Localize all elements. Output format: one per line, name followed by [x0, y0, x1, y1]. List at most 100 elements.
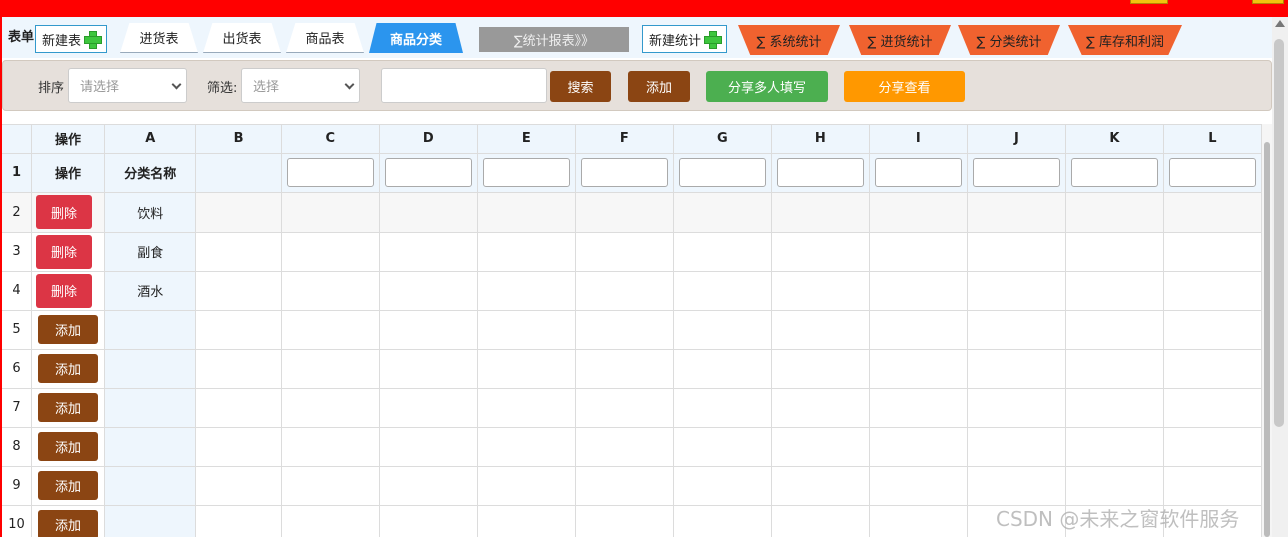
grid-cell[interactable]: [477, 505, 576, 537]
column-header[interactable]: G: [673, 125, 772, 154]
grid-cell[interactable]: [1065, 192, 1164, 233]
grid-cell[interactable]: [967, 232, 1066, 272]
stat-inventory-profit[interactable]: ∑ 库存和利润: [1068, 25, 1182, 55]
grid-cell[interactable]: [869, 349, 968, 389]
scroll-up-icon[interactable]: [1275, 20, 1285, 27]
grid-cell[interactable]: [575, 232, 674, 272]
grid-cell[interactable]: [195, 271, 282, 311]
add-row-button[interactable]: 添加: [38, 315, 99, 344]
grid-cell[interactable]: [195, 349, 282, 389]
add-row-button[interactable]: 添加: [38, 471, 99, 500]
column-header[interactable]: F: [575, 125, 674, 154]
column-filter-input[interactable]: [1168, 158, 1256, 187]
grid-cell[interactable]: [967, 427, 1066, 467]
grid-cell[interactable]: [575, 192, 674, 233]
category-name-cell[interactable]: [104, 388, 197, 428]
column-filter-input[interactable]: [580, 158, 668, 187]
tab-products[interactable]: 商品表: [286, 23, 364, 53]
close-button[interactable]: [1252, 0, 1284, 4]
grid-cell[interactable]: [869, 192, 968, 233]
grid-cell[interactable]: [575, 388, 674, 428]
grid-cell[interactable]: [673, 310, 772, 350]
grid-cell[interactable]: [1163, 310, 1262, 350]
filter-select[interactable]: 选择: [241, 68, 360, 103]
grid-cell[interactable]: [1065, 388, 1164, 428]
grid-cell[interactable]: [575, 349, 674, 389]
column-filter-input[interactable]: [286, 158, 374, 187]
grid-cell[interactable]: [673, 271, 772, 311]
grid-cell[interactable]: [379, 349, 478, 389]
grid-cell[interactable]: [1163, 232, 1262, 272]
grid-cell[interactable]: [967, 192, 1066, 233]
page-scrollbar[interactable]: [1272, 17, 1288, 537]
grid-cell[interactable]: [869, 505, 968, 537]
grid-cell[interactable]: [195, 192, 282, 233]
category-name-cell[interactable]: [104, 505, 197, 537]
grid-cell[interactable]: [477, 271, 576, 311]
grid-scrollbar[interactable]: [1262, 124, 1272, 537]
grid-scroll-thumb[interactable]: [1264, 142, 1270, 537]
grid-cell[interactable]: [967, 271, 1066, 311]
sort-select[interactable]: 请选择: [68, 68, 187, 103]
stat-category[interactable]: ∑ 分类统计: [958, 25, 1060, 55]
stat-system[interactable]: ∑ 系统统计: [738, 25, 840, 55]
grid-cell[interactable]: [575, 427, 674, 467]
grid-cell[interactable]: [869, 427, 968, 467]
grid-cell[interactable]: [967, 310, 1066, 350]
grid-cell[interactable]: [673, 192, 772, 233]
grid-cell[interactable]: [281, 232, 380, 272]
new-table-button[interactable]: 新建表: [35, 25, 108, 53]
column-filter-input[interactable]: [482, 158, 570, 187]
stat-purchase[interactable]: ∑ 进货统计: [849, 25, 951, 55]
column-filter-input[interactable]: [384, 158, 472, 187]
grid-cell[interactable]: [673, 388, 772, 428]
tab-purchase[interactable]: 进货表: [120, 23, 198, 53]
grid-cell[interactable]: [869, 310, 968, 350]
column-filter-input[interactable]: [678, 158, 766, 187]
category-name-cell[interactable]: 饮料: [104, 192, 197, 233]
grid-cell[interactable]: [967, 349, 1066, 389]
grid-cell[interactable]: [477, 388, 576, 428]
tab-stat-report[interactable]: ∑统计报表》》: [479, 27, 629, 52]
grid-cell[interactable]: [1163, 349, 1262, 389]
grid-cell[interactable]: [869, 271, 968, 311]
share-view-button[interactable]: 分享查看: [844, 71, 965, 102]
grid-cell[interactable]: [869, 232, 968, 272]
delete-row-button[interactable]: 删除: [36, 195, 93, 229]
column-header[interactable]: L: [1163, 125, 1262, 154]
grid-cell[interactable]: [673, 427, 772, 467]
minimize-button[interactable]: [1130, 0, 1168, 4]
grid-cell[interactable]: [575, 310, 674, 350]
add-row-button[interactable]: 添加: [38, 393, 99, 422]
grid-cell[interactable]: [379, 271, 478, 311]
column-filter-input[interactable]: [972, 158, 1060, 187]
column-header[interactable]: J: [967, 125, 1066, 154]
grid-cell[interactable]: [379, 388, 478, 428]
grid-cell[interactable]: [673, 505, 772, 537]
grid-cell[interactable]: [967, 388, 1066, 428]
grid-cell[interactable]: [379, 192, 478, 233]
column-header[interactable]: C: [281, 125, 380, 154]
grid-cell[interactable]: [1163, 427, 1262, 467]
column-header[interactable]: A: [104, 125, 197, 154]
grid-cell[interactable]: [673, 466, 772, 506]
grid-cell[interactable]: [477, 232, 576, 272]
grid-cell[interactable]: [771, 232, 870, 272]
delete-row-button[interactable]: 删除: [36, 273, 93, 308]
grid-cell[interactable]: [1163, 271, 1262, 311]
add-row-button[interactable]: 添加: [38, 510, 99, 537]
search-input[interactable]: [381, 68, 547, 103]
grid-cell[interactable]: [1163, 192, 1262, 233]
grid-cell[interactable]: [195, 232, 282, 272]
category-name-cell[interactable]: [104, 349, 197, 389]
grid-cell[interactable]: [1065, 349, 1164, 389]
grid-cell[interactable]: [771, 349, 870, 389]
grid-cell[interactable]: [379, 466, 478, 506]
grid-cell[interactable]: [281, 388, 380, 428]
category-name-cell[interactable]: [104, 466, 197, 506]
grid-cell[interactable]: [281, 349, 380, 389]
add-row-button[interactable]: 添加: [38, 354, 99, 383]
grid-cell[interactable]: [477, 192, 576, 233]
column-filter-input[interactable]: [776, 158, 864, 187]
grid-cell[interactable]: [869, 388, 968, 428]
